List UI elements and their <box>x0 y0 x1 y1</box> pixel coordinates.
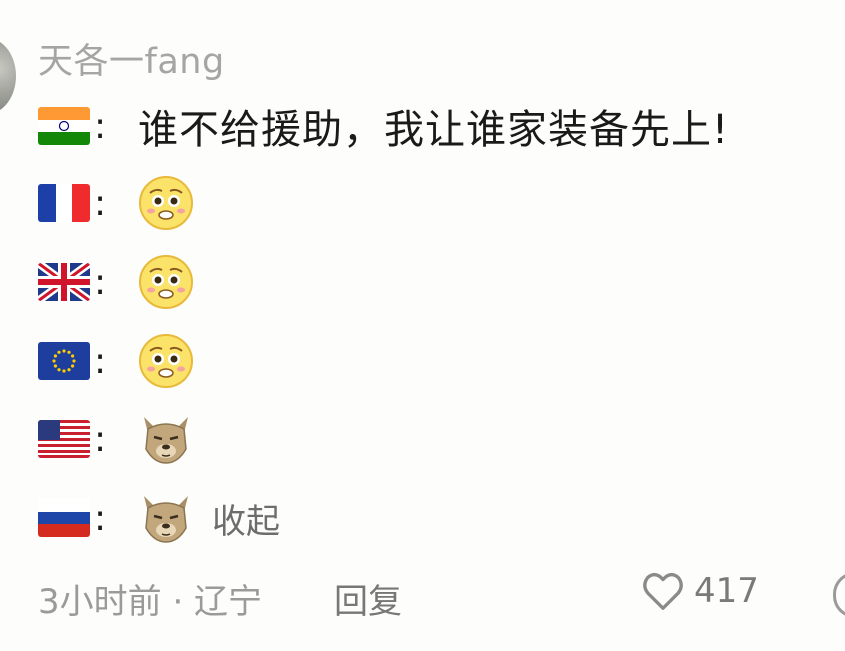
colon: : <box>94 105 107 147</box>
collapse-link[interactable]: 收起 <box>212 494 280 543</box>
comment-icon[interactable] <box>833 572 845 618</box>
comment-footer: 3小时前 · 辽宁 回复 417 <box>38 566 845 622</box>
like-button[interactable]: 417 <box>640 568 759 614</box>
pleading-face-icon <box>139 334 193 388</box>
username[interactable]: 天各一fang <box>38 33 225 84</box>
colon: : <box>94 340 107 382</box>
eu-flag-icon <box>38 342 90 380</box>
colon: : <box>94 182 107 224</box>
colon: : <box>94 261 107 303</box>
comment-text: 谁不给援助，我让谁家装备先上! <box>138 107 730 153</box>
comment-meta: 3小时前 · 辽宁 <box>38 582 263 622</box>
comment-line-usa: : <box>38 409 194 469</box>
uk-flag-icon <box>38 263 90 301</box>
heart-icon <box>643 573 683 610</box>
colon: : <box>94 418 107 460</box>
reply-button[interactable]: 回复 <box>334 574 402 623</box>
pleading-face-icon <box>139 176 193 230</box>
dog-face-icon <box>144 496 188 543</box>
comment-line-india: : 谁不给援助，我让谁家装备先上! <box>38 96 729 156</box>
comment-line-russia: : 收起 <box>38 488 280 548</box>
dog-face-icon <box>144 417 188 464</box>
pleading-face-icon <box>139 255 193 309</box>
france-flag-icon <box>38 184 90 222</box>
like-count: 417 <box>694 571 759 611</box>
comment-line-eu: : <box>38 331 194 391</box>
india-flag-icon <box>38 107 90 145</box>
usa-flag-icon <box>38 420 90 458</box>
comment-line-uk: : <box>38 252 194 312</box>
avatar[interactable] <box>0 38 16 114</box>
comment-line-france: : <box>38 173 194 233</box>
russia-flag-icon <box>38 499 90 537</box>
colon: : <box>94 497 107 539</box>
